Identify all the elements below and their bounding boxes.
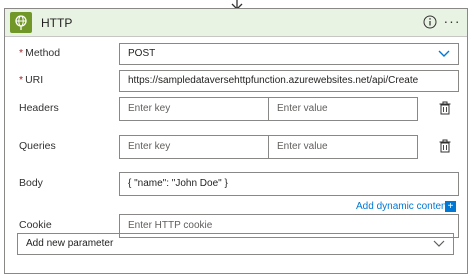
queries-delete-icon[interactable] xyxy=(438,139,452,153)
uri-input[interactable]: https://sampledataversehttpfunction.azur… xyxy=(119,70,459,92)
more-options-icon[interactable]: ··· xyxy=(443,11,461,31)
info-icon[interactable] xyxy=(423,15,437,29)
body-value: { "name": "John Doe" } xyxy=(128,178,228,189)
queries-key-input[interactable]: Enter key xyxy=(119,135,269,159)
cookie-label: Cookie xyxy=(19,219,52,231)
http-globe-icon xyxy=(10,12,32,33)
card-header[interactable]: HTTP ··· xyxy=(5,9,467,37)
card-title: HTTP xyxy=(41,16,73,30)
body-label: Body xyxy=(19,177,43,189)
headers-key-input[interactable]: Enter key xyxy=(119,97,269,121)
uri-label: * URI xyxy=(19,74,44,86)
headers-delete-icon[interactable] xyxy=(438,101,452,115)
method-value: POST xyxy=(128,48,156,59)
add-new-parameter-dropdown[interactable]: Add new parameter xyxy=(17,233,454,255)
add-dynamic-content-link[interactable]: Add dynamic content xyxy=(356,201,449,212)
chevron-down-icon xyxy=(433,240,445,247)
add-dynamic-content-plus-icon[interactable]: + xyxy=(445,201,456,212)
body-input[interactable]: { "name": "John Doe" } xyxy=(119,172,459,196)
method-dropdown[interactable]: POST xyxy=(119,43,459,65)
queries-value-input[interactable]: Enter value xyxy=(268,135,418,159)
chevron-down-icon xyxy=(438,50,450,57)
headers-label: Headers xyxy=(19,102,59,114)
queries-label: Queries xyxy=(19,140,56,152)
uri-value: https://sampledataversehttpfunction.azur… xyxy=(128,75,419,86)
headers-value-input[interactable]: Enter value xyxy=(268,97,418,121)
method-label: * Method xyxy=(19,47,61,59)
